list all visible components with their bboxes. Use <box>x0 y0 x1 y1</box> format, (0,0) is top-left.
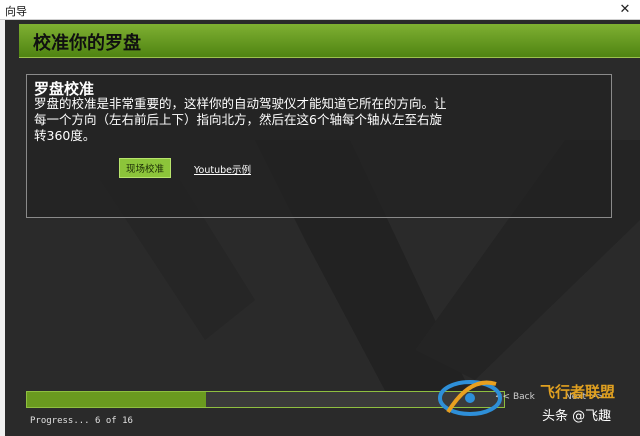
drone-logo-icon <box>438 380 502 416</box>
watermark: 飞行者联盟 头条 @飞趣 <box>432 372 640 436</box>
info-panel: 罗盘校准 罗盘的校准是非常重要的，这样你的自动驾驶仪才能知道它所在的方向。让每一… <box>26 74 612 218</box>
wizard-content: 校准你的罗盘 罗盘校准 罗盘的校准是非常重要的，这样你的自动驾驶仪才能知道它所在… <box>5 20 640 436</box>
page-header: 校准你的罗盘 <box>19 24 640 57</box>
window-titlebar: 向导 ✕ <box>0 0 640 20</box>
live-calibrate-button[interactable]: 现场校准 <box>119 158 171 178</box>
close-icon[interactable]: ✕ <box>610 0 640 19</box>
progress-text: Progress... 6 of 16 <box>30 416 133 426</box>
watermark-title: 飞行者联盟 <box>540 383 616 401</box>
page-title: 校准你的罗盘 <box>33 33 141 54</box>
header-divider <box>19 57 640 58</box>
progress-bar-fill <box>27 392 206 407</box>
watermark-credit: 头条 @飞趣 <box>542 409 612 424</box>
window-title: 向导 <box>5 5 27 18</box>
youtube-example-link[interactable]: Youtube示例 <box>194 162 251 176</box>
panel-description: 罗盘的校准是非常重要的，这样你的自动驾驶仪才能知道它所在的方向。让每一个方向（左… <box>34 96 447 143</box>
